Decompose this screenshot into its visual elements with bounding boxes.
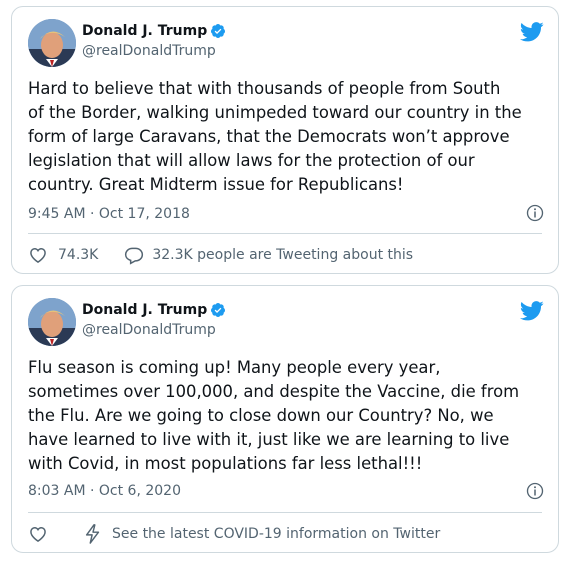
info-icon[interactable] [526,204,544,222]
tweet-card[interactable]: Donald J. Trump @realDonaldTrump Flu sea… [11,285,559,553]
reply-icon [125,247,144,265]
verified-icon [211,303,226,317]
conversation-text: 32.3K people are Tweeting about this [152,247,414,263]
tweet-actions: See the latest COVID-19 information on T… [28,524,440,544]
author-name[interactable]: Donald J. Trump [82,23,207,39]
avatar[interactable] [28,19,76,67]
tweet-text: Hard to believe that with thousands of p… [28,79,522,194]
divider [28,233,542,234]
author-name[interactable]: Donald J. Trump [82,302,207,318]
tweet-actions: 74.3K 32.3K people are Tweeting about th… [28,245,439,265]
covid-info-link[interactable]: See the latest COVID-19 information on T… [84,524,440,544]
author-handle[interactable]: @realDonaldTrump [82,322,216,338]
lightning-icon [85,524,100,544]
twitter-bird-icon[interactable] [520,300,544,322]
author-row: Donald J. Trump [82,302,226,318]
like-button[interactable]: 74.3K [28,245,98,265]
heart-icon [30,247,46,263]
divider [28,512,542,513]
covid-info-text[interactable]: See the latest COVID-19 information on T… [112,526,440,542]
verified-icon [211,24,226,38]
conversation-button[interactable]: 32.3K people are Tweeting about this [124,245,413,265]
info-icon[interactable] [526,482,544,500]
author-row: Donald J. Trump [82,23,226,39]
tweet-timestamp[interactable]: 9:45 AM · Oct 17, 2018 [28,206,190,222]
avatar[interactable] [28,298,76,346]
like-count: 74.3K [58,247,99,263]
author-handle[interactable]: @realDonaldTrump [82,43,216,59]
heart-icon [30,526,46,542]
tweet-text: Flu season is coming up! Many people eve… [28,358,520,473]
like-button[interactable] [28,524,58,544]
twitter-bird-icon[interactable] [520,21,544,43]
tweet-timestamp[interactable]: 8:03 AM · Oct 6, 2020 [28,483,181,499]
tweet-card[interactable]: Donald J. Trump @realDonaldTrump Hard to… [11,6,559,274]
